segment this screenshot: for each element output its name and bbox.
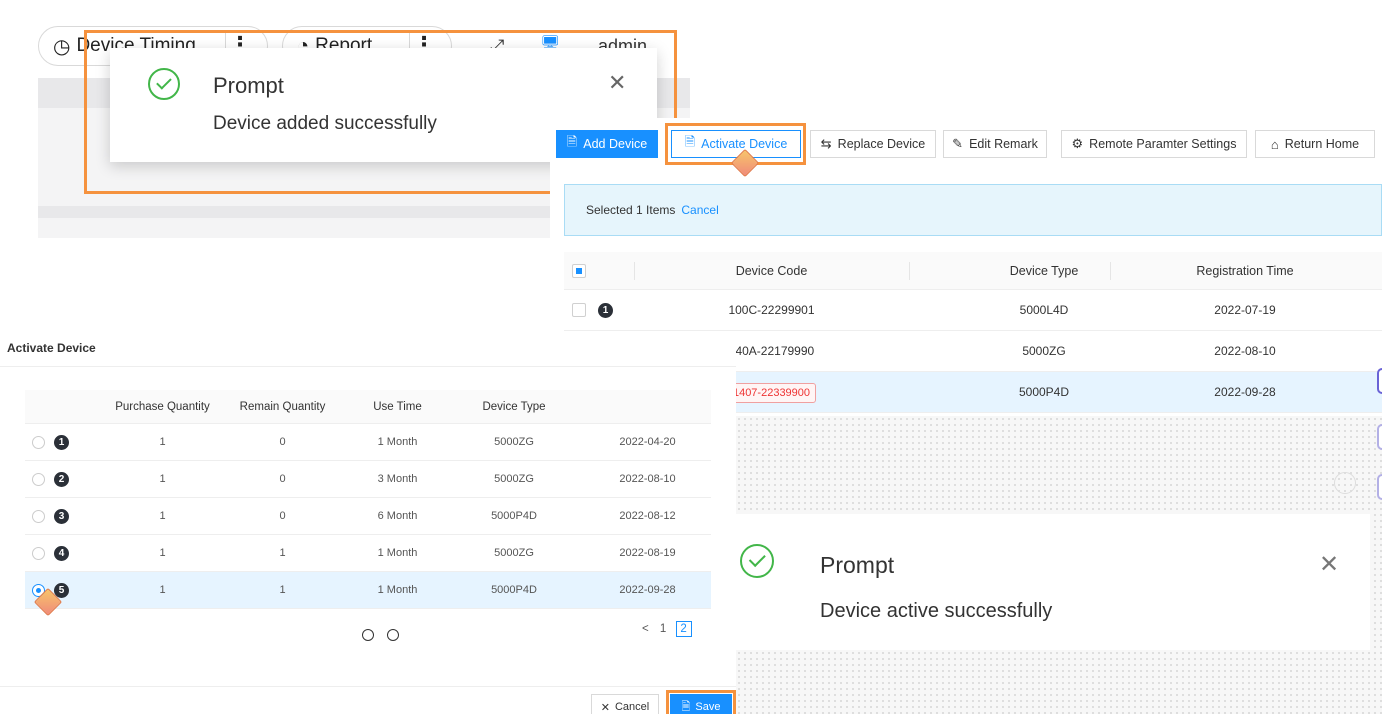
row-index-badge: 1 [598,303,613,318]
device-type: 5000P4D [491,510,537,522]
radio-dot-icon[interactable] [387,629,399,641]
replace-device-button[interactable]: ⇆ Replace Device [810,130,936,158]
row-radio[interactable] [32,436,45,449]
close-icon[interactable]: ✕ [1319,550,1339,579]
select-all-checkbox[interactable] [572,264,586,278]
dialog-title: Activate Device [7,341,96,355]
remain-quantity: 0 [279,436,286,448]
column-header: Use Time [373,401,422,413]
row-index-badge: 2 [54,472,69,487]
device-active-prompt: Prompt Device active successfully ✕ [736,514,1370,650]
pagination: < 1 2 [642,621,692,637]
date: 2022-04-20 [619,436,676,448]
add-device-button[interactable]: 🗎 Add Device [556,130,658,158]
use-time: 3 Month [377,473,418,485]
divider [0,686,736,687]
cancel-button[interactable]: ✕ Cancel [591,694,659,714]
table-row[interactable]: 2 1 0 3 Month 5000ZG 2022-08-10 [25,461,711,498]
edit-remark-label: Edit Remark [969,137,1038,151]
table-row[interactable]: 3 1 0 6 Month 5000P4D 2022-08-12 [25,498,711,535]
table-row[interactable]: 1 1 0 1 Month 5000ZG 2022-04-20 [25,424,711,461]
row-radio[interactable] [32,547,45,560]
faint-circle-icon [1334,472,1356,494]
use-time: 6 Month [377,510,418,522]
row-checkbox[interactable] [572,303,586,317]
device-type: 5000ZG [494,547,534,559]
registration-time: 2022-07-19 [1214,303,1276,317]
device-code: 100C-22299901 [728,303,815,317]
highlight-frame [666,690,736,714]
remain-quantity: 1 [279,584,286,596]
table-header: Purchase Quantity Remain Quantity Use Ti… [25,390,711,424]
return-home-label: Return Home [1284,137,1360,151]
device-type: 5000P4D [491,584,537,596]
gear-icon: ⚙ [1071,136,1084,151]
remote-settings-label: Remote Paramter Settings [1089,137,1237,151]
replace-device-label: Replace Device [837,137,926,151]
prompt-title: Prompt [820,552,895,578]
date: 2022-08-10 [619,473,676,485]
purchase-quantity: 1 [159,473,166,485]
row-radio[interactable] [32,510,45,523]
device-type: 5000ZG [494,436,534,448]
edge-indicator [1377,474,1382,500]
table-row-selected[interactable]: 5 1 1 1 Month 5000P4D 2022-09-28 [25,572,711,609]
column-header: Remain Quantity [239,401,326,413]
swap-icon: ⇆ [820,136,832,151]
home-icon: ⌂ [1270,136,1279,152]
success-check-icon [740,544,774,578]
table-header: Device Code Device Type Registration Tim… [564,252,1382,290]
divider [0,366,736,367]
column-header: Purchase Quantity [115,401,210,413]
purchase-quantity: 1 [159,584,166,596]
remote-settings-button[interactable]: ⚙ Remote Paramter Settings [1061,130,1247,158]
cancel-selection-link[interactable]: Cancel [681,203,718,217]
radio-dot-icon[interactable] [362,629,374,641]
add-device-label: Add Device [583,137,648,151]
column-header: Device Code [634,252,909,290]
edge-indicator [1377,368,1382,394]
device-type: 5000ZG [494,473,534,485]
column-header: Registration Time [1110,252,1380,290]
return-home-button[interactable]: ⌂ Return Home [1255,130,1375,158]
row-radio[interactable] [32,473,45,486]
registration-time: 2022-09-28 [1214,385,1276,399]
close-icon: ✕ [600,701,610,714]
purchase-quantity: 1 [159,436,166,448]
date: 2022-08-19 [619,547,676,559]
device-code-tag: 1407-22339900 [726,383,817,403]
edit-remark-button[interactable]: ✎ Edit Remark [943,130,1047,158]
cancel-label: Cancel [614,701,650,713]
edge-indicator [1377,424,1382,450]
row-index-badge: 4 [54,546,69,561]
purchase-quantity: 1 [159,510,166,522]
remain-quantity: 0 [279,473,286,485]
prev-page-button[interactable]: < [642,623,649,635]
selection-banner: Selected 1 Items Cancel [564,184,1382,236]
selection-text: Selected 1 Items [586,203,676,217]
use-time: 1 Month [377,547,418,559]
use-time: 1 Month [377,584,418,596]
remain-quantity: 0 [279,510,286,522]
document-icon: 🗎 [566,134,578,149]
date: 2022-09-28 [619,584,676,596]
row-index-badge: 3 [54,509,69,524]
page-1-button[interactable]: 1 [660,623,666,635]
activate-device-dialog: Activate Device Purchase Quantity Remain… [0,336,736,714]
remain-quantity: 1 [279,547,286,559]
prompt-message: Device active successfully [820,600,1053,622]
column-header: Device Type [482,401,546,413]
date: 2022-08-12 [619,510,676,522]
row-index-badge: 1 [54,435,69,450]
table-row[interactable]: 4 1 1 1 Month 5000ZG 2022-08-19 [25,535,711,572]
table-row[interactable]: 1 100C-22299901 5000L4D 2022-07-19 [564,290,1382,331]
registration-time: 2022-08-10 [1214,344,1276,358]
page-2-button[interactable]: 2 [675,621,692,637]
use-time: 1 Month [377,436,418,448]
pencil-icon: ✎ [952,136,964,151]
clock-icon: ◷ [53,35,71,58]
purchase-quantity: 1 [159,547,166,559]
